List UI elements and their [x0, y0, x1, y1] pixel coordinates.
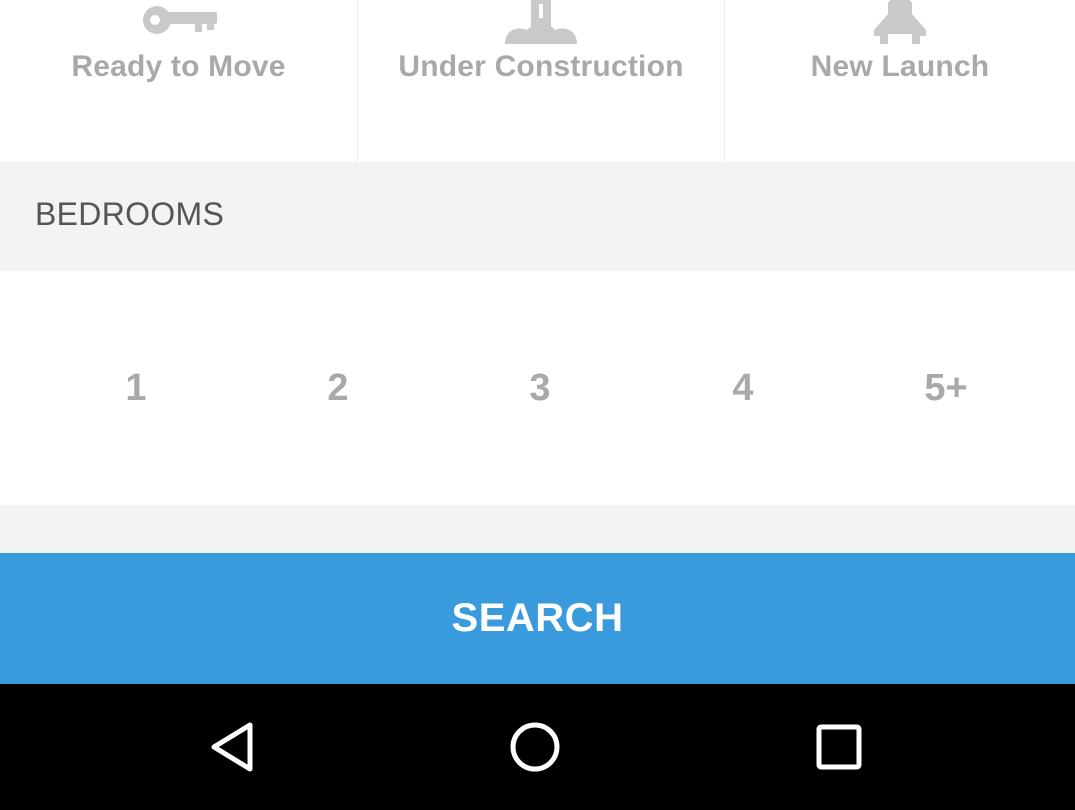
bedroom-option-3[interactable]: 3 — [460, 271, 620, 505]
possession-option-ready-to-move[interactable]: Ready to Move — [0, 0, 358, 162]
bedrooms-title: BEDROOMS — [35, 196, 225, 232]
launch-icon — [874, 0, 926, 44]
bedroom-option-4[interactable]: 4 — [663, 271, 823, 505]
bedroom-option-1[interactable]: 1 — [56, 271, 216, 505]
possession-label: Ready to Move — [71, 50, 286, 83]
possession-option-new-launch[interactable]: New Launch — [725, 0, 1075, 162]
section-spacer — [0, 505, 1075, 553]
recents-square-icon — [816, 724, 862, 770]
bedroom-options-row: 1 2 3 4 5+ — [0, 271, 1075, 505]
construction-icon — [505, 0, 577, 44]
bedroom-option-5-plus[interactable]: 5+ — [866, 271, 1026, 505]
nav-home-button[interactable] — [475, 684, 595, 810]
home-circle-icon — [510, 722, 560, 772]
possession-label: New Launch — [810, 50, 990, 83]
back-triangle-icon — [211, 722, 253, 772]
possession-status-row: Ready to Move Under Construction New Lau… — [0, 0, 1075, 162]
system-nav-bar — [0, 684, 1075, 810]
nav-recents-button[interactable] — [779, 684, 899, 810]
possession-option-under-construction[interactable]: Under Construction — [358, 0, 725, 162]
possession-label: Under Construction — [398, 50, 684, 83]
nav-back-button[interactable] — [172, 684, 292, 810]
search-button[interactable]: SEARCH — [0, 553, 1075, 684]
search-filter-screen: Ready to Move Under Construction New Lau… — [0, 0, 1075, 810]
bedroom-option-2[interactable]: 2 — [258, 271, 418, 505]
key-icon — [142, 6, 217, 34]
